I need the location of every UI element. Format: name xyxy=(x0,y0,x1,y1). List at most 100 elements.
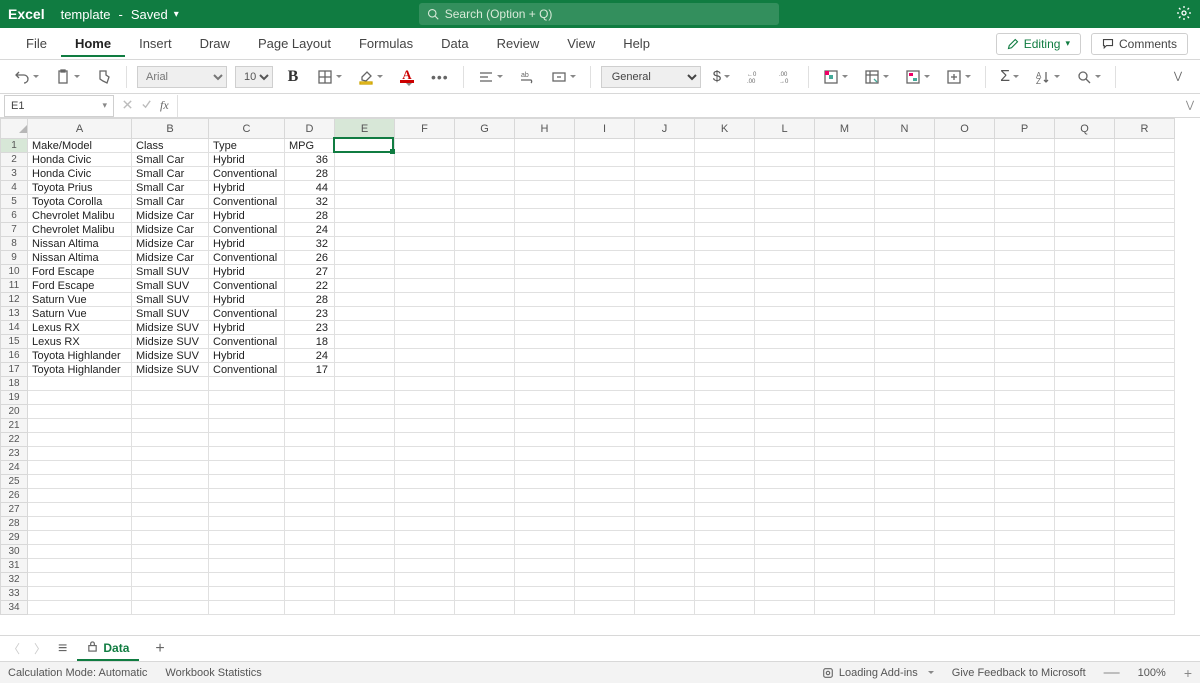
cell[interactable] xyxy=(575,433,635,447)
cell[interactable] xyxy=(995,223,1055,237)
cell[interactable] xyxy=(1115,391,1175,405)
cell[interactable] xyxy=(335,405,395,419)
cell[interactable] xyxy=(455,251,515,265)
settings-icon[interactable] xyxy=(1176,5,1192,24)
cell[interactable] xyxy=(1115,279,1175,293)
cell[interactable] xyxy=(1115,307,1175,321)
search-input[interactable]: Search (Option + Q) xyxy=(419,3,779,25)
cell[interactable] xyxy=(1055,293,1115,307)
cell[interactable] xyxy=(635,181,695,195)
comments-button[interactable]: Comments xyxy=(1091,33,1188,55)
cell[interactable] xyxy=(395,559,455,573)
cell[interactable] xyxy=(695,517,755,531)
cell[interactable] xyxy=(209,503,285,517)
cell[interactable] xyxy=(635,349,695,363)
cell[interactable] xyxy=(815,545,875,559)
cell[interactable] xyxy=(935,195,995,209)
row-header[interactable]: 8 xyxy=(1,237,28,251)
cell[interactable] xyxy=(875,223,935,237)
cell[interactable] xyxy=(515,573,575,587)
cell[interactable] xyxy=(995,307,1055,321)
cell[interactable] xyxy=(209,517,285,531)
cell[interactable] xyxy=(695,265,755,279)
cell[interactable] xyxy=(695,559,755,573)
cell[interactable]: Small Car xyxy=(132,153,209,167)
menu-item-data[interactable]: Data xyxy=(427,30,482,57)
cell[interactable] xyxy=(935,307,995,321)
cell[interactable] xyxy=(335,195,395,209)
cell[interactable] xyxy=(635,335,695,349)
cell[interactable] xyxy=(515,237,575,251)
cell[interactable] xyxy=(575,419,635,433)
cell[interactable] xyxy=(285,545,335,559)
cell[interactable] xyxy=(935,461,995,475)
cell[interactable] xyxy=(755,195,815,209)
cell[interactable] xyxy=(695,251,755,265)
row-header[interactable]: 2 xyxy=(1,153,28,167)
expand-formula-bar-button[interactable]: ⋁ xyxy=(1180,100,1200,111)
menu-item-formulas[interactable]: Formulas xyxy=(345,30,427,57)
row-header[interactable]: 17 xyxy=(1,363,28,377)
cell[interactable] xyxy=(635,153,695,167)
cell[interactable] xyxy=(335,503,395,517)
cell[interactable] xyxy=(395,405,455,419)
cell[interactable] xyxy=(455,545,515,559)
cell[interactable] xyxy=(455,153,515,167)
cell[interactable] xyxy=(1115,489,1175,503)
cell[interactable] xyxy=(335,139,395,153)
cell[interactable] xyxy=(1115,139,1175,153)
cell[interactable] xyxy=(1115,363,1175,377)
cell[interactable] xyxy=(1115,195,1175,209)
cell[interactable] xyxy=(1115,405,1175,419)
cell[interactable] xyxy=(575,307,635,321)
cell[interactable] xyxy=(132,461,209,475)
cell[interactable] xyxy=(515,475,575,489)
cell[interactable] xyxy=(635,489,695,503)
cell[interactable] xyxy=(635,531,695,545)
cell[interactable] xyxy=(875,545,935,559)
cell[interactable]: 44 xyxy=(285,181,335,195)
cell[interactable] xyxy=(335,433,395,447)
cell[interactable] xyxy=(815,279,875,293)
workbook-stats-button[interactable]: Workbook Statistics xyxy=(165,667,261,679)
cell[interactable] xyxy=(209,405,285,419)
cell[interactable] xyxy=(635,167,695,181)
cell[interactable] xyxy=(575,447,635,461)
cell[interactable] xyxy=(1115,461,1175,475)
cell[interactable] xyxy=(695,349,755,363)
cell[interactable]: Type xyxy=(209,139,285,153)
row-header[interactable]: 20 xyxy=(1,405,28,419)
menu-item-help[interactable]: Help xyxy=(609,30,664,57)
cell[interactable] xyxy=(209,573,285,587)
cell[interactable] xyxy=(515,251,575,265)
cell[interactable] xyxy=(995,447,1055,461)
cell[interactable] xyxy=(575,461,635,475)
cell[interactable] xyxy=(1115,475,1175,489)
cell[interactable] xyxy=(815,489,875,503)
cell[interactable] xyxy=(1055,587,1115,601)
cell[interactable] xyxy=(285,391,335,405)
cell[interactable] xyxy=(995,363,1055,377)
cell[interactable]: Toyota Highlander xyxy=(28,363,132,377)
cell[interactable] xyxy=(1055,363,1115,377)
add-sheet-button[interactable]: + xyxy=(149,640,170,658)
cell[interactable] xyxy=(395,223,455,237)
cell[interactable] xyxy=(395,475,455,489)
cell[interactable] xyxy=(285,475,335,489)
cell[interactable] xyxy=(455,363,515,377)
row-header[interactable]: 12 xyxy=(1,293,28,307)
cell[interactable] xyxy=(395,545,455,559)
cell[interactable] xyxy=(935,377,995,391)
cell[interactable] xyxy=(28,391,132,405)
cell[interactable] xyxy=(995,545,1055,559)
cell[interactable] xyxy=(815,461,875,475)
row-header[interactable]: 29 xyxy=(1,531,28,545)
cell[interactable] xyxy=(875,531,935,545)
doc-title[interactable]: template - Saved ▾ xyxy=(61,7,179,22)
cell[interactable] xyxy=(1055,377,1115,391)
cell[interactable] xyxy=(1055,475,1115,489)
grid-area[interactable]: ABCDEFGHIJKLMNOPQR1Make/ModelClassTypeMP… xyxy=(0,118,1200,635)
cell[interactable] xyxy=(455,573,515,587)
cell[interactable] xyxy=(1115,293,1175,307)
cell[interactable] xyxy=(209,475,285,489)
